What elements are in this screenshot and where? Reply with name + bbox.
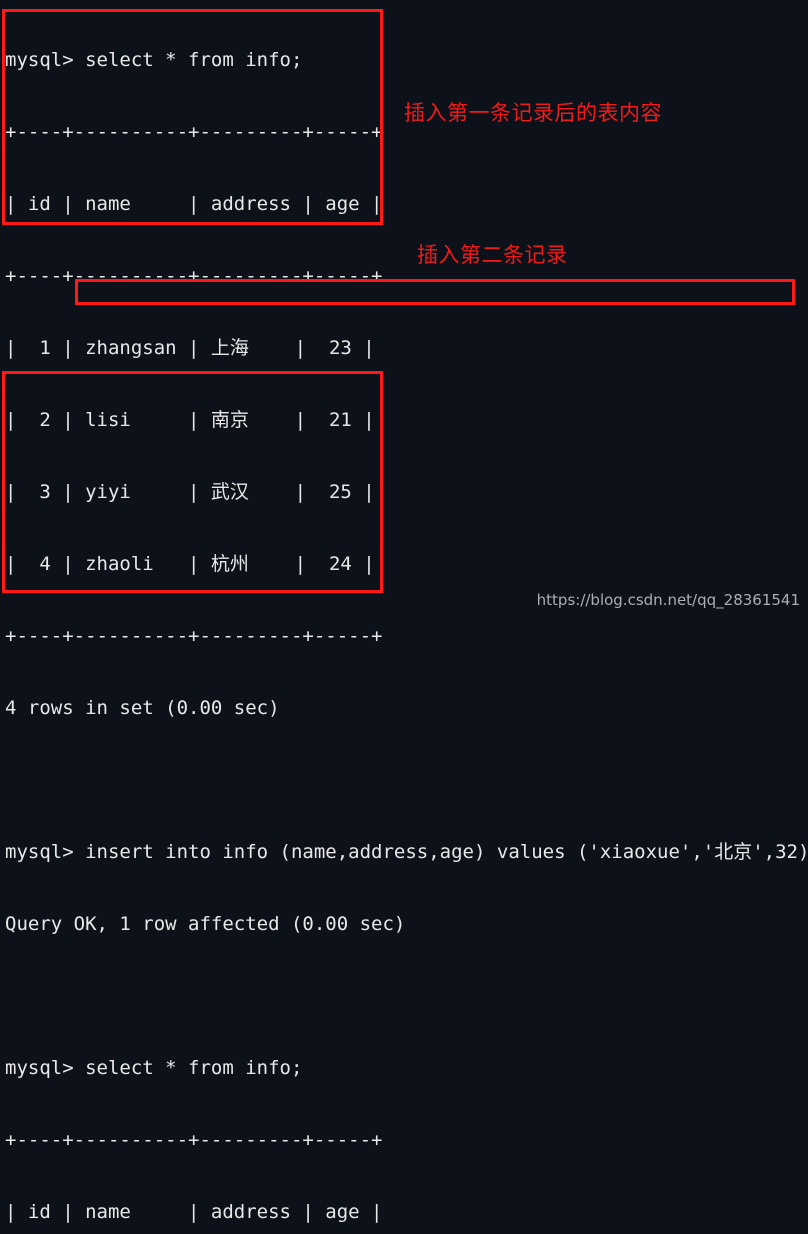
table-row: | 1 | zhangsan | 上海 | 23 | <box>5 337 375 359</box>
terminal-line-rule: +----+----------+---------+-----+ <box>5 1129 383 1151</box>
terminal-line-insert-statement: mysql> insert into info (name,address,ag… <box>5 841 808 863</box>
watermark-url: https://blog.csdn.net/qq_28361541 <box>536 591 800 609</box>
annotation-second-insert: 插入第二条记录 <box>417 243 568 267</box>
table-row: | 3 | yiyi | 武汉 | 25 | <box>5 481 375 503</box>
table-row: | 4 | zhaoli | 杭州 | 24 | <box>5 553 375 575</box>
terminal-line-header: | id | name | address | age | <box>5 193 383 215</box>
terminal-output: mysql> select * from info; +----+-------… <box>0 0 808 1234</box>
annotation-first-table: 插入第一条记录后的表内容 <box>404 101 662 125</box>
terminal-line-header: | id | name | address | age | <box>5 1201 383 1223</box>
terminal-line-select-second: mysql> select * from info; <box>5 1057 303 1079</box>
terminal-screen: mysql> select * from info; +----+-------… <box>0 0 808 1223</box>
terminal-line-rowcount-first: 4 rows in set (0.00 sec) <box>5 697 280 719</box>
terminal-line-rule: +----+----------+---------+-----+ <box>5 625 383 647</box>
terminal-line-select-first: mysql> select * from info; <box>5 49 303 71</box>
terminal-line-rule: +----+----------+---------+-----+ <box>5 265 383 287</box>
terminal-line-query-ok: Query OK, 1 row affected (0.00 sec) <box>5 913 406 935</box>
table-row: | 2 | lisi | 南京 | 21 | <box>5 409 375 431</box>
